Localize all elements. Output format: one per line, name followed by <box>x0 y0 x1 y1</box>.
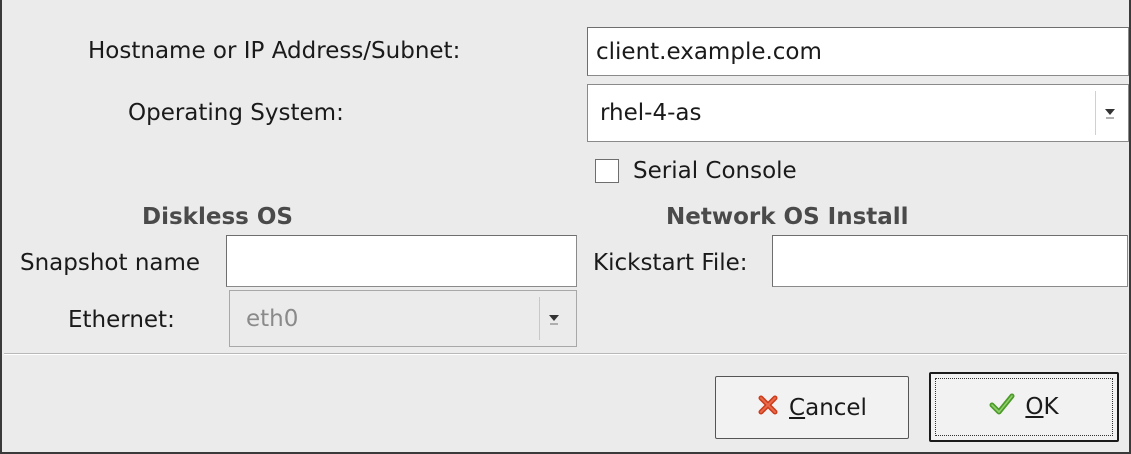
kickstart-label: Kickstart File: <box>593 250 748 276</box>
chevron-down-icon[interactable] <box>1095 91 1124 135</box>
serial-console-label: Serial Console <box>633 158 797 184</box>
hostname-label: Hostname or IP Address/Subnet: <box>88 38 461 64</box>
ethernet-select-value: eth0 <box>246 305 299 332</box>
os-select[interactable]: rhel-4-as <box>587 84 1129 142</box>
separator <box>4 353 1127 355</box>
red-x-icon <box>757 394 779 422</box>
os-select-value: rhel-4-as <box>600 100 702 126</box>
chevron-down-icon[interactable] <box>539 297 568 340</box>
cancel-button[interactable]: Cancel <box>715 376 909 439</box>
ethernet-label: Ethernet: <box>68 307 175 333</box>
dialog: Hostname or IP Address/Subnet: Operating… <box>0 0 1131 454</box>
snapshot-input[interactable] <box>226 235 577 287</box>
hostname-input[interactable] <box>587 27 1129 76</box>
kickstart-input[interactable] <box>772 235 1128 287</box>
serial-console-checkbox[interactable]: Serial Console <box>595 158 797 184</box>
ok-button[interactable]: OK <box>929 372 1119 442</box>
focus-ring <box>935 378 1113 436</box>
os-label: Operating System: <box>128 100 344 126</box>
network-install-heading: Network OS Install <box>666 204 909 230</box>
ethernet-select[interactable]: eth0 <box>229 290 577 347</box>
diskless-heading: Diskless OS <box>142 204 293 230</box>
cancel-label: Cancel <box>789 394 867 421</box>
snapshot-label: Snapshot name <box>20 250 201 276</box>
checkbox-box[interactable] <box>595 159 619 183</box>
